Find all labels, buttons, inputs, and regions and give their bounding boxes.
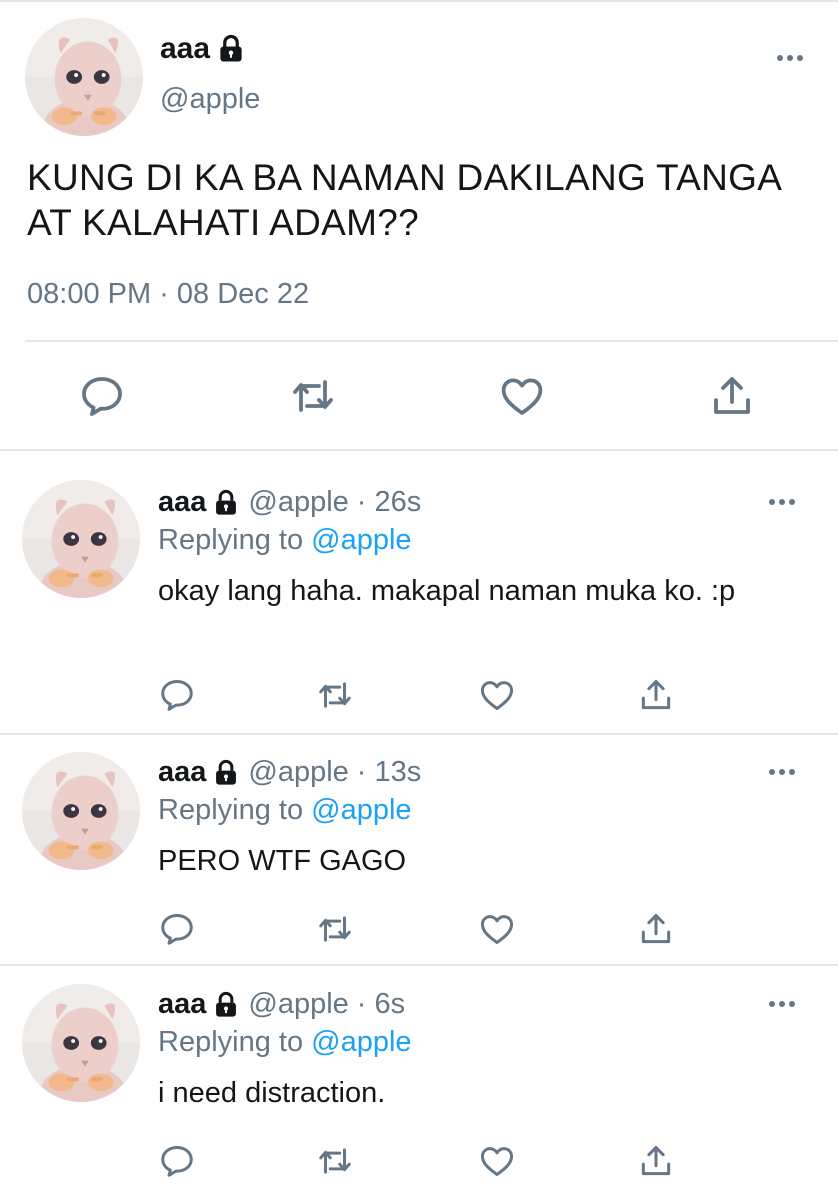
avatar[interactable]: [22, 480, 140, 598]
mention-link[interactable]: @apple: [311, 1026, 411, 1058]
separator: [25, 340, 838, 342]
reply-tweet[interactable]: aaa @apple · 26s Replying to @apple okay…: [0, 452, 838, 732]
avatar[interactable]: [25, 18, 143, 136]
heart-icon[interactable]: [498, 372, 546, 420]
lock-icon: [212, 759, 240, 787]
share-icon[interactable]: [637, 1142, 675, 1180]
share-icon[interactable]: [708, 372, 756, 420]
retweet-icon[interactable]: [289, 372, 337, 420]
separator-dot: ·: [356, 988, 367, 1020]
display-name[interactable]: aaa: [158, 988, 206, 1021]
replying-prefix: Replying to: [158, 794, 304, 826]
reply-icon[interactable]: [158, 910, 196, 948]
author-name-row: aaa: [160, 30, 246, 68]
replying-prefix: Replying to: [158, 524, 304, 556]
more-horizontal-icon[interactable]: [762, 762, 802, 782]
reply-tweet[interactable]: aaa @apple · 6s Replying to @apple i nee…: [0, 954, 838, 1200]
share-icon[interactable]: [637, 676, 675, 714]
reply-icon[interactable]: [158, 676, 196, 714]
tweet-text: okay lang haha. makapal naman muka ko. :…: [158, 575, 736, 607]
relative-time[interactable]: 13s: [374, 756, 421, 789]
retweet-icon[interactable]: [316, 676, 354, 714]
mention-link[interactable]: @apple: [311, 524, 411, 556]
separator-dot: ·: [356, 756, 367, 788]
avatar[interactable]: [22, 752, 140, 870]
display-name[interactable]: aaa: [160, 30, 210, 68]
replying-to: Replying to @apple: [158, 524, 412, 557]
mention-link[interactable]: @apple: [311, 794, 411, 826]
tweet-text: PERO WTF GAGO: [158, 845, 407, 877]
username[interactable]: @apple: [248, 486, 348, 519]
lock-icon: [212, 991, 240, 1019]
tweet-text: i need distraction.: [158, 1077, 386, 1109]
heart-icon[interactable]: [478, 676, 516, 714]
heart-icon[interactable]: [478, 1142, 516, 1180]
replying-prefix: Replying to: [158, 1026, 304, 1058]
retweet-icon[interactable]: [316, 1142, 354, 1180]
lock-icon: [216, 34, 246, 64]
more-horizontal-icon[interactable]: [770, 48, 810, 68]
display-name[interactable]: aaa: [158, 756, 206, 789]
separator-dot: ·: [356, 486, 367, 518]
reply-header: aaa @apple · 13s: [158, 756, 421, 789]
tweet-text: KUNG DI KA BA NAMAN DAKILANG TANGA AT KA…: [27, 157, 781, 243]
share-icon[interactable]: [637, 910, 675, 948]
tweet-timestamp[interactable]: 08:00 PM · 08 Dec 22: [27, 278, 309, 311]
replying-to: Replying to @apple: [158, 1026, 412, 1059]
more-horizontal-icon[interactable]: [762, 994, 802, 1014]
replying-to: Replying to @apple: [158, 794, 412, 827]
heart-icon[interactable]: [478, 910, 516, 948]
username[interactable]: @apple: [248, 756, 348, 789]
relative-time[interactable]: 6s: [374, 988, 405, 1021]
retweet-icon[interactable]: [316, 910, 354, 948]
reply-tweet[interactable]: aaa @apple · 13s Replying to @apple PERO…: [0, 722, 838, 962]
reply-icon[interactable]: [158, 1142, 196, 1180]
reply-header: aaa @apple · 6s: [158, 988, 405, 1021]
reply-header: aaa @apple · 26s: [158, 486, 421, 519]
username[interactable]: @apple: [160, 83, 260, 116]
display-name[interactable]: aaa: [158, 486, 206, 519]
relative-time[interactable]: 26s: [374, 486, 421, 519]
divider: [0, 449, 838, 451]
main-tweet: aaa @apple KUNG DI KA BA NAMAN DAKILANG …: [0, 0, 838, 451]
reply-icon[interactable]: [78, 372, 126, 420]
lock-icon: [212, 489, 240, 517]
avatar[interactable]: [22, 984, 140, 1102]
username[interactable]: @apple: [248, 988, 348, 1021]
more-horizontal-icon[interactable]: [762, 492, 802, 512]
